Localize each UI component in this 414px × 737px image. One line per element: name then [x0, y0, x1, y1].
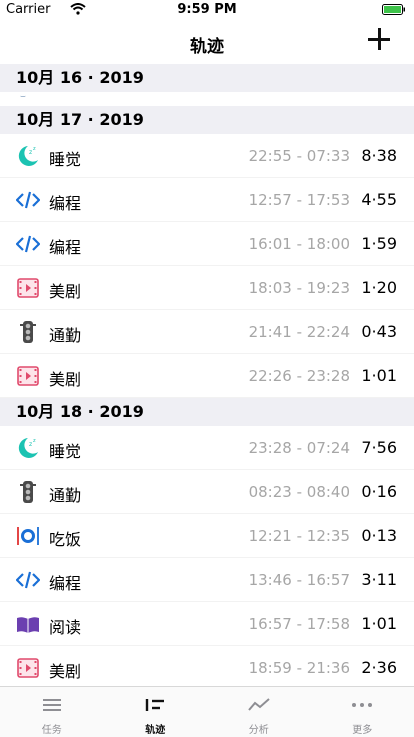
section-header: 10月 17 · 2019: [0, 106, 414, 134]
list-item[interactable]: 编程 13:46 - 16:57 3·11: [0, 558, 414, 602]
tab-chart[interactable]: 分析: [207, 687, 311, 737]
moon-icon: zz: [16, 145, 40, 167]
time-range: 16:01 - 18:00: [249, 235, 350, 253]
traffic-light-icon: [16, 321, 40, 343]
traffic-light-icon: [16, 481, 40, 503]
activity-label: 美剧: [49, 366, 81, 390]
code-icon: [16, 233, 40, 255]
time-range: 18:59 - 21:36: [249, 659, 350, 677]
tab-label: 任务: [0, 721, 104, 736]
time-range: 23:28 - 07:24: [249, 439, 350, 457]
list-item[interactable]: 吃饭 12:21 - 12:35 0·13: [0, 514, 414, 558]
duration: 1·01: [361, 614, 397, 633]
activity-label: 睡觉: [49, 438, 81, 462]
nav-bar: 轨迹: [0, 20, 414, 64]
list-item[interactable]: 通勤 21:41 - 22:24 0·43: [0, 310, 414, 354]
duration: 0·13: [361, 526, 397, 545]
tab-label: 轨迹: [104, 721, 208, 736]
activity-label: 睡觉: [49, 146, 81, 170]
duration: 3·11: [361, 570, 397, 589]
time-range: 21:41 - 22:24: [249, 323, 350, 341]
duration: 1·59: [361, 234, 397, 253]
moon-icon: zz: [16, 437, 40, 459]
list-icon: [40, 697, 64, 713]
list-item[interactable]: zz 睡觉 23:28 - 07:24 7·56: [0, 426, 414, 470]
code-icon: [16, 569, 40, 591]
list-item[interactable]: 阅读 16:57 - 17:58 1·01: [0, 602, 414, 646]
list-item[interactable]: 编程 16:01 - 18:00 1·59: [0, 222, 414, 266]
list-item[interactable]: zz 睡觉 22:55 - 07:33 8·38: [0, 134, 414, 178]
film-icon: [16, 365, 40, 387]
activity-label: 通勤: [49, 482, 81, 506]
duration: 2·36: [361, 658, 397, 677]
time-range: 18:03 - 19:23: [249, 279, 350, 297]
tab-label: 更多: [311, 721, 414, 736]
dining-icon: [16, 525, 40, 547]
duration: 1·20: [361, 278, 397, 297]
duration: 1·01: [361, 366, 397, 385]
time-range: 16:57 - 17:58: [249, 615, 350, 633]
list-item[interactable]: 编程 12:57 - 17:53 4·55: [0, 178, 414, 222]
activity-label: 通勤: [49, 322, 81, 346]
section-header: 10月 16 · 2019: [0, 64, 414, 92]
code-icon: [16, 189, 40, 211]
tab-label: 分析: [207, 721, 311, 736]
activity-label: 美剧: [49, 658, 81, 682]
film-icon: [16, 277, 40, 299]
activity-label: 编程: [49, 234, 81, 258]
tab-more[interactable]: 更多: [311, 687, 414, 737]
duration: 0·16: [361, 482, 397, 501]
svg-text:z: z: [33, 438, 36, 444]
duration: 0·43: [361, 322, 397, 341]
activity-label: 阅读: [49, 614, 81, 638]
book-icon: [16, 613, 40, 635]
time-range: 12:57 - 17:53: [249, 191, 350, 209]
activity-label: 吃饭: [49, 526, 81, 550]
timeline-icon: [143, 697, 167, 713]
list-item[interactable]: 美剧 22:26 - 23:28 1·01: [0, 354, 414, 398]
film-icon: [16, 657, 40, 679]
time-range: 22:26 - 23:28: [249, 367, 350, 385]
status-bar: Carrier 9:59 PM: [0, 0, 414, 20]
list-item[interactable]: 美剧 18:59 - 21:36 2·36: [0, 646, 414, 686]
clock: 9:59 PM: [0, 2, 414, 17]
battery-icon: [382, 4, 406, 15]
time-range: 13:46 - 16:57: [249, 571, 350, 589]
time-range: 08:23 - 08:40: [249, 483, 350, 501]
timeline-list[interactable]: 10月 16 · 2019⌣10月 17 · 2019zz睡觉22:55 - 0…: [0, 64, 414, 686]
add-button[interactable]: [366, 26, 392, 52]
time-range: 22:55 - 07:33: [249, 147, 350, 165]
activity-label: 美剧: [49, 278, 81, 302]
duration: 8·38: [361, 146, 397, 165]
activity-label: 编程: [49, 570, 81, 594]
duration: 7·56: [361, 438, 397, 457]
section-header: 10月 18 · 2019: [0, 398, 414, 426]
tab-list[interactable]: 任务: [0, 687, 104, 737]
page-title: 轨迹: [0, 32, 414, 57]
list-item-partial: ⌣: [0, 92, 414, 106]
chart-icon: [247, 697, 271, 713]
time-range: 12:21 - 12:35: [249, 527, 350, 545]
activity-label: 编程: [49, 190, 81, 214]
duration: 4·55: [361, 190, 397, 209]
list-item[interactable]: 通勤 08:23 - 08:40 0·16: [0, 470, 414, 514]
list-item[interactable]: 美剧 18:03 - 19:23 1·20: [0, 266, 414, 310]
svg-text:z: z: [29, 441, 32, 448]
svg-text:z: z: [29, 149, 32, 156]
tab-bar: 任务轨迹分析更多: [0, 686, 414, 737]
more-icon: [350, 697, 374, 713]
tab-timeline[interactable]: 轨迹: [104, 687, 208, 737]
svg-text:z: z: [33, 146, 36, 152]
